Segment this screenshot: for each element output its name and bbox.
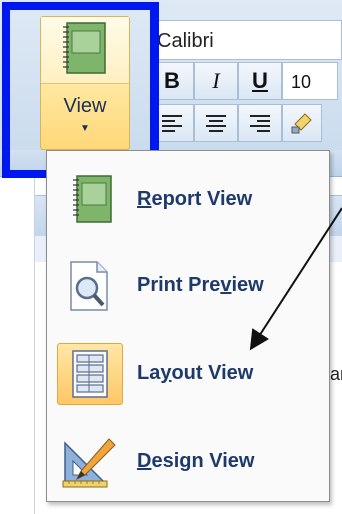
- left-navigation-strip: [0, 177, 35, 514]
- align-left-icon: [162, 115, 182, 132]
- format-row: B I U 10: [150, 62, 338, 102]
- report-view-icon: [57, 169, 123, 231]
- menu-item-design-view[interactable]: Design View: [51, 421, 323, 501]
- menu-item-label: Print Preview: [137, 274, 264, 296]
- align-row: [150, 104, 322, 144]
- menu-item-label: Layout View: [137, 362, 254, 384]
- align-center-button[interactable]: [194, 104, 238, 142]
- font-name-box[interactable]: Calibri: [150, 20, 342, 60]
- format-painter-button[interactable]: [282, 104, 322, 142]
- align-right-button[interactable]: [238, 104, 282, 142]
- design-view-icon: [57, 431, 123, 493]
- menu-item-print-preview[interactable]: Print Preview: [51, 245, 323, 325]
- align-center-icon: [206, 115, 226, 132]
- layout-view-icon: [57, 343, 123, 405]
- view-dropdown-menu: Report View Print Preview Layout View De…: [46, 150, 330, 502]
- font-size-box[interactable]: 10: [282, 62, 338, 100]
- background-text: an: [330, 364, 342, 384]
- underline-button[interactable]: U: [238, 62, 282, 100]
- underline-glyph: U: [252, 68, 268, 93]
- align-right-icon: [250, 115, 270, 132]
- menu-item-report-view[interactable]: Report View: [51, 159, 323, 239]
- menu-item-label: Design View: [137, 450, 255, 472]
- bold-glyph: B: [164, 68, 180, 93]
- menu-item-layout-view[interactable]: Layout View: [51, 333, 323, 413]
- format-painter-icon: [291, 113, 312, 134]
- print-preview-icon: [57, 255, 123, 317]
- italic-glyph: I: [212, 68, 220, 93]
- italic-button[interactable]: I: [194, 62, 238, 100]
- menu-item-label: Report View: [137, 188, 253, 210]
